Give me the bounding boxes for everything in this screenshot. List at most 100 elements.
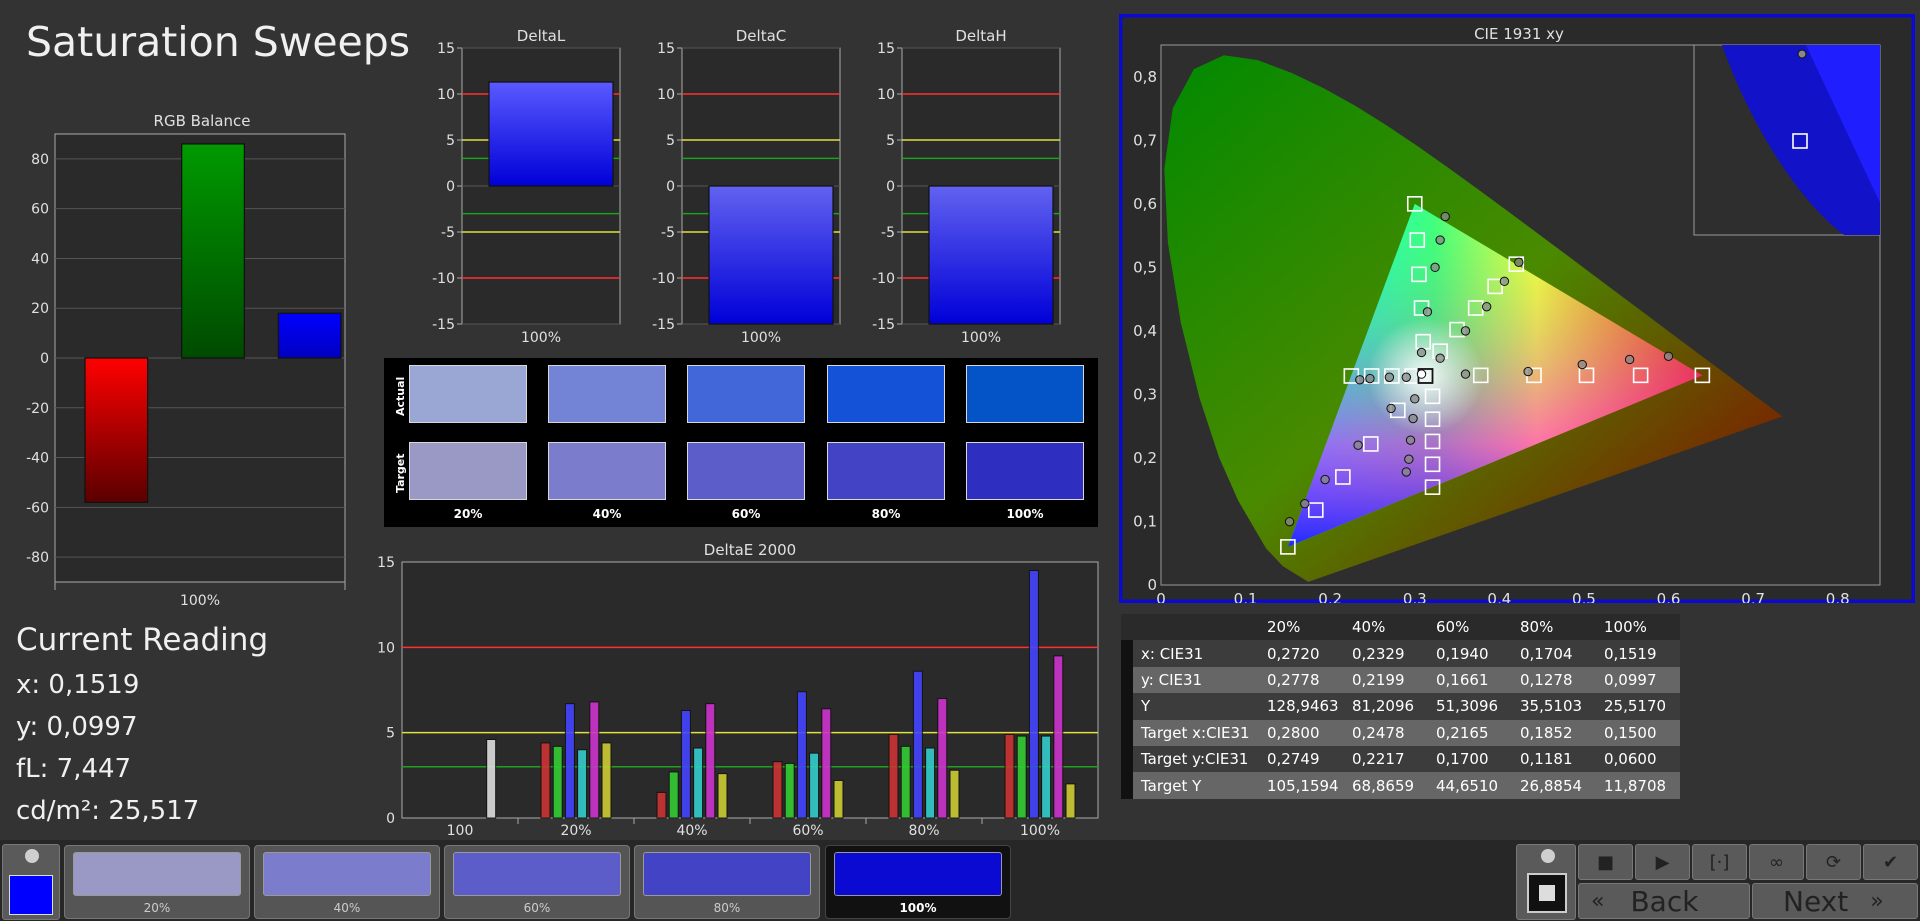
delta-e-title: DeltaE 2000 — [704, 541, 796, 559]
measurement-table: 20% 40% 60% 80% 100% x: CIE31 0,2720 0,2329 0,19… — [1121, 614, 1680, 799]
infinity-icon: ∞ — [1769, 851, 1784, 873]
patch-button-40%[interactable]: 40% — [254, 845, 440, 919]
cie-measured-marker — [1523, 366, 1533, 377]
cie-measured-marker — [1384, 372, 1395, 382]
patch-button-100%[interactable]: 100% — [825, 845, 1011, 919]
delta-tick-label: -5 — [441, 225, 455, 241]
table-header-row: 20% 40% 60% 80% 100% — [1121, 614, 1680, 641]
delta-e-bar — [888, 733, 899, 819]
actual-swatch-20% — [409, 365, 527, 423]
delta-h-chart: DeltaH -15 -10 -5 0 5 10 15 100% — [872, 27, 1061, 346]
delta-e-bar — [552, 745, 563, 819]
patch-chip — [453, 852, 621, 896]
delta-tick-label: 5 — [886, 133, 895, 149]
delta-tick-label: 0 — [886, 179, 895, 195]
cie-inset — [1693, 44, 1881, 236]
back-button[interactable]: « Back — [1578, 883, 1750, 919]
cie-x-tick-label: 0,6 — [1657, 590, 1681, 603]
table-cell: 0,0600 — [1596, 745, 1680, 773]
delta-e-bar — [900, 745, 911, 819]
check-button[interactable]: ✔ — [1863, 844, 1918, 880]
cie-chart-title: CIE 1931 xy — [1474, 25, 1564, 43]
table-cell: 0,1704 — [1512, 640, 1596, 667]
cie-measured-marker — [1430, 262, 1440, 273]
rgb-tick-label: 80 — [31, 152, 49, 168]
infinity-button[interactable]: ∞ — [1749, 844, 1804, 880]
delta-e-bar — [949, 769, 960, 819]
cie-y-tick-label: 0,6 — [1133, 195, 1157, 213]
delta-e-bar — [486, 738, 497, 819]
cie-measured-marker — [1663, 351, 1674, 361]
table-cell: 105,1594 — [1259, 772, 1344, 799]
delta-category-label: 100% — [741, 330, 781, 346]
table-cell: 44,6510 — [1428, 772, 1512, 799]
patch-label: 20% — [143, 901, 171, 915]
table-cell: 0,2749 — [1259, 745, 1344, 773]
delta-tick-label: -15 — [652, 317, 675, 333]
delta-e-bar — [693, 747, 704, 819]
cie-measured-marker — [1401, 467, 1412, 477]
cie-measured-marker — [1386, 403, 1396, 414]
cie-y-tick-label: 0 — [1147, 576, 1157, 594]
delta-bar — [928, 185, 1054, 325]
delta-e-bar — [772, 761, 783, 819]
target-swatch-20% — [409, 442, 527, 500]
cie-x-tick-label: 0,4 — [1487, 590, 1511, 603]
cie-x-tick-label: 0,7 — [1741, 590, 1765, 603]
bracket-button[interactable]: [·] — [1692, 844, 1747, 880]
table-cell: 25,5170 — [1596, 693, 1680, 720]
delta-tick-label: 15 — [437, 41, 455, 57]
scroll-up-icon-2[interactable] — [1541, 849, 1555, 863]
cie-measured-marker — [1481, 302, 1492, 312]
swatch-label: 60% — [731, 507, 761, 521]
delta-tick-label: 10 — [437, 87, 455, 103]
cie-measured-marker — [1440, 211, 1450, 222]
table-row-label: x: CIE31 — [1133, 640, 1259, 667]
cie-x-tick-label: 0,1 — [1234, 590, 1258, 603]
target-swatch-100% — [966, 442, 1084, 500]
swatch-label: 20% — [453, 507, 483, 521]
patch-button-80%[interactable]: 80% — [634, 845, 820, 919]
delta-tick-label: -5 — [661, 225, 675, 241]
pattern-window-icon[interactable] — [1527, 873, 1567, 913]
table-header-cell: 60% — [1428, 614, 1512, 641]
delta-e-bar — [1065, 783, 1076, 819]
table-cell: 0,2217 — [1344, 745, 1428, 773]
cie-measured-marker — [1284, 516, 1295, 527]
delta-e-bar — [577, 749, 588, 819]
table-cell: 11,8708 — [1596, 772, 1680, 799]
cie-x-tick-label: 0,2 — [1318, 590, 1342, 603]
cie-measured-marker — [1460, 369, 1471, 379]
next-button[interactable]: Next » — [1752, 883, 1918, 919]
delta-e-category-label: 100 — [447, 823, 474, 839]
cie-x-tick-label: 0,8 — [1826, 590, 1850, 603]
delta-tick-label: 5 — [446, 133, 455, 149]
delta-e-tick-label: 10 — [377, 640, 395, 656]
table-row: Target x:CIE31 0,2800 0,2478 0,2165 0,1852 0,… — [1121, 719, 1680, 746]
scroll-up-icon[interactable] — [25, 849, 39, 863]
double-chevron-right-icon: » — [1870, 888, 1884, 914]
reading-x: x: 0,1519 — [16, 670, 140, 700]
table-row-label: Target x:CIE31 — [1133, 719, 1259, 746]
swatch-label: 40% — [592, 507, 622, 521]
patch-label: 40% — [333, 901, 361, 915]
delta-e-bar — [1053, 655, 1064, 819]
cie-measured-marker — [1499, 276, 1510, 287]
patch-button-60%[interactable]: 60% — [444, 845, 630, 919]
delta-e-bar — [937, 698, 948, 819]
rgb-tick-label: 20 — [31, 301, 49, 317]
stop-button[interactable]: ■ — [1578, 844, 1633, 880]
patch-label: 100% — [899, 901, 937, 915]
cie-y-tick-label: 0,1 — [1133, 512, 1157, 530]
delta-e-bar — [1041, 735, 1052, 819]
delta-e-category-label: 60% — [792, 823, 823, 839]
refresh-button[interactable]: ⟳ — [1806, 844, 1861, 880]
patch-button-20%[interactable]: 20% — [64, 845, 250, 919]
reading-fl: fL: 7,447 — [16, 754, 132, 784]
cie-x-tick-label: 0 — [1156, 590, 1166, 603]
stop-icon: ■ — [1596, 851, 1614, 873]
cie-measured-marker — [1577, 359, 1587, 370]
table-cell: 0,0997 — [1596, 666, 1680, 694]
play-button[interactable]: ▶ — [1635, 844, 1690, 880]
delta-e-plot-area — [401, 561, 1099, 819]
